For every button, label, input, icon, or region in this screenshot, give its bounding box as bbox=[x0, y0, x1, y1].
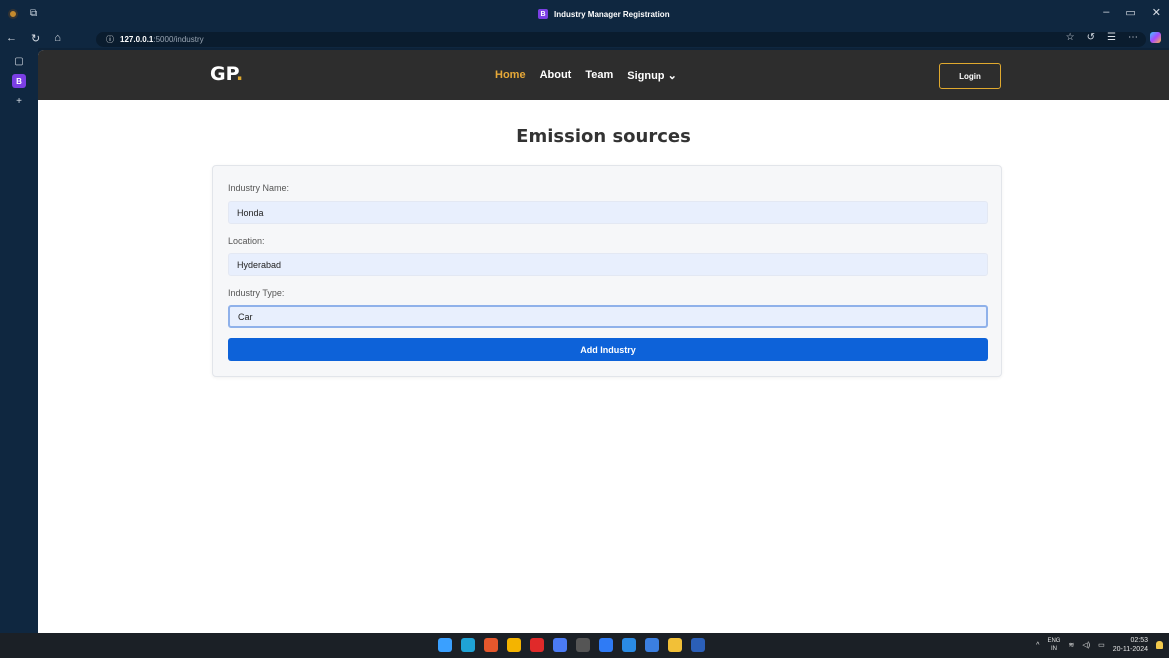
word-icon[interactable] bbox=[691, 638, 705, 652]
system-tray: ^ ENG IN ≋ ◁) ▭ 02:53 20-11-2024 bbox=[1036, 636, 1163, 654]
language-indicator[interactable]: ENG IN bbox=[1047, 637, 1060, 653]
url-path: :5000/industry bbox=[153, 35, 204, 44]
address-bar[interactable]: ⓘ 127.0.0.1:5000/industry bbox=[96, 32, 1146, 47]
login-button[interactable]: Login bbox=[939, 63, 1001, 89]
back-icon[interactable]: ← bbox=[6, 32, 17, 45]
industry-name-label: Industry Name: bbox=[228, 183, 290, 193]
site-info-icon[interactable]: ⓘ bbox=[106, 34, 114, 45]
tray-overflow-icon[interactable]: ^ bbox=[1036, 642, 1039, 649]
url-host: 127.0.0.1 bbox=[120, 35, 154, 44]
refresh-icon[interactable]: ↻ bbox=[31, 32, 40, 45]
industry-type-label: Industry Type: bbox=[228, 288, 285, 298]
location-label: Location: bbox=[228, 236, 265, 246]
restore-icon[interactable]: ▭ bbox=[1125, 6, 1135, 19]
browser-titlebar: ⧉ B Industry Manager Registration – ▭ ✕ bbox=[0, 0, 1169, 30]
windows-start-icon[interactable] bbox=[438, 638, 452, 652]
more-icon[interactable]: ⋯ bbox=[1128, 32, 1138, 43]
file-explorer-icon[interactable] bbox=[668, 638, 682, 652]
new-tab-icon[interactable]: + bbox=[12, 94, 26, 108]
copilot-icon[interactable] bbox=[1150, 32, 1161, 43]
brand-dot: . bbox=[236, 63, 244, 85]
location-input[interactable] bbox=[228, 253, 988, 276]
profile-icon[interactable] bbox=[8, 8, 18, 19]
gemini-icon[interactable] bbox=[553, 638, 567, 652]
vertical-tabs-sidebar: ▢ B + bbox=[0, 48, 38, 633]
notepad-icon[interactable] bbox=[645, 638, 659, 652]
vscode-icon[interactable] bbox=[622, 638, 636, 652]
tab-title: Industry Manager Registration bbox=[554, 9, 670, 19]
favorites-icon[interactable]: ☰ bbox=[1107, 32, 1116, 43]
wifi-icon[interactable]: ≋ bbox=[1068, 641, 1074, 649]
clock[interactable]: 02:53 20-11-2024 bbox=[1113, 636, 1148, 654]
taskbar-apps bbox=[438, 638, 705, 652]
extensions-icon[interactable]: ↺ bbox=[1087, 32, 1095, 43]
main-nav: Home About Team Signup ⌄ bbox=[495, 69, 677, 82]
page-title: Emission sources bbox=[516, 126, 691, 147]
nav-team[interactable]: Team bbox=[585, 69, 613, 82]
lang-code: ENG bbox=[1047, 638, 1061, 644]
workspaces-icon[interactable]: ⧉ bbox=[30, 8, 37, 19]
edge-icon[interactable] bbox=[461, 638, 475, 652]
home-icon[interactable]: ⌂ bbox=[54, 32, 61, 45]
clock-time: 02:53 bbox=[1130, 637, 1148, 644]
tab-actions-icon[interactable]: ▢ bbox=[12, 54, 26, 68]
close-icon[interactable]: ✕ bbox=[1152, 6, 1161, 19]
nav-about[interactable]: About bbox=[540, 69, 572, 82]
site-header: GP. Home About Team Signup ⌄ Login bbox=[38, 50, 1169, 100]
lang-region: IN bbox=[1050, 646, 1057, 652]
add-industry-button[interactable]: Add Industry bbox=[228, 338, 988, 361]
active-tab[interactable]: B Industry Manager Registration bbox=[538, 9, 670, 19]
volume-icon[interactable]: ◁) bbox=[1082, 641, 1090, 649]
taskbar: ^ ENG IN ≋ ◁) ▭ 02:53 20-11-2024 bbox=[0, 633, 1169, 658]
chrome-icon[interactable] bbox=[507, 638, 521, 652]
minimize-icon[interactable]: – bbox=[1103, 6, 1109, 19]
browser-toolbar: ← ↻ ⌂ ⓘ 127.0.0.1:5000/industry ☆ ↺ ☰ ⋯ bbox=[0, 30, 1169, 48]
epic-games-icon[interactable] bbox=[576, 638, 590, 652]
toolbar-right: ☆ ↺ ☰ ⋯ bbox=[1066, 32, 1161, 43]
page-viewport: GP. Home About Team Signup ⌄ Login Emiss… bbox=[38, 50, 1169, 633]
nav-buttons: ← ↻ ⌂ bbox=[6, 32, 61, 45]
titlebar-left: ⧉ bbox=[8, 8, 37, 19]
industry-form: Industry Name: Location: Industry Type: … bbox=[212, 165, 1002, 377]
clock-date: 20-11-2024 bbox=[1112, 646, 1148, 653]
notification-bell-icon[interactable] bbox=[1156, 641, 1163, 649]
site-logo[interactable]: GP. bbox=[210, 63, 243, 85]
industry-type-input[interactable] bbox=[228, 305, 988, 328]
industry-name-input[interactable] bbox=[228, 201, 988, 224]
youtube-icon[interactable] bbox=[530, 638, 544, 652]
battery-icon[interactable]: ▭ bbox=[1098, 641, 1105, 649]
nav-signup[interactable]: Signup ⌄ bbox=[627, 69, 677, 82]
todo-icon[interactable] bbox=[599, 638, 613, 652]
window-controls: – ▭ ✕ bbox=[1103, 6, 1161, 19]
brand-text: GP bbox=[210, 63, 237, 85]
brave-icon[interactable] bbox=[484, 638, 498, 652]
sidebar-tab-favicon[interactable]: B bbox=[12, 74, 26, 88]
nav-home[interactable]: Home bbox=[495, 69, 526, 82]
tab-favicon-icon: B bbox=[538, 9, 548, 19]
favorite-star-icon[interactable]: ☆ bbox=[1066, 32, 1075, 43]
